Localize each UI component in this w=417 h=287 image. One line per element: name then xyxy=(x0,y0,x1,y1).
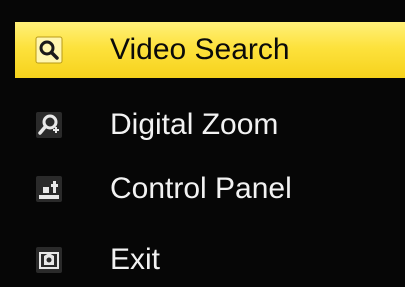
menu-item-control-panel[interactable]: Control Panel xyxy=(15,161,405,217)
menu-item-label: Control Panel xyxy=(110,172,292,205)
context-menu: Video Search Digital Zoom Control Panel xyxy=(0,0,405,287)
zoom-icon xyxy=(35,111,63,139)
exit-icon xyxy=(35,246,63,274)
menu-item-video-search[interactable]: Video Search xyxy=(15,22,405,78)
menu-item-label: Video Search xyxy=(110,33,290,66)
search-icon xyxy=(35,36,63,64)
menu-item-exit[interactable]: Exit xyxy=(15,232,405,287)
control-panel-icon xyxy=(35,175,63,203)
menu-item-label: Digital Zoom xyxy=(110,108,279,141)
menu-item-digital-zoom[interactable]: Digital Zoom xyxy=(15,97,405,153)
menu-item-label: Exit xyxy=(110,243,161,276)
